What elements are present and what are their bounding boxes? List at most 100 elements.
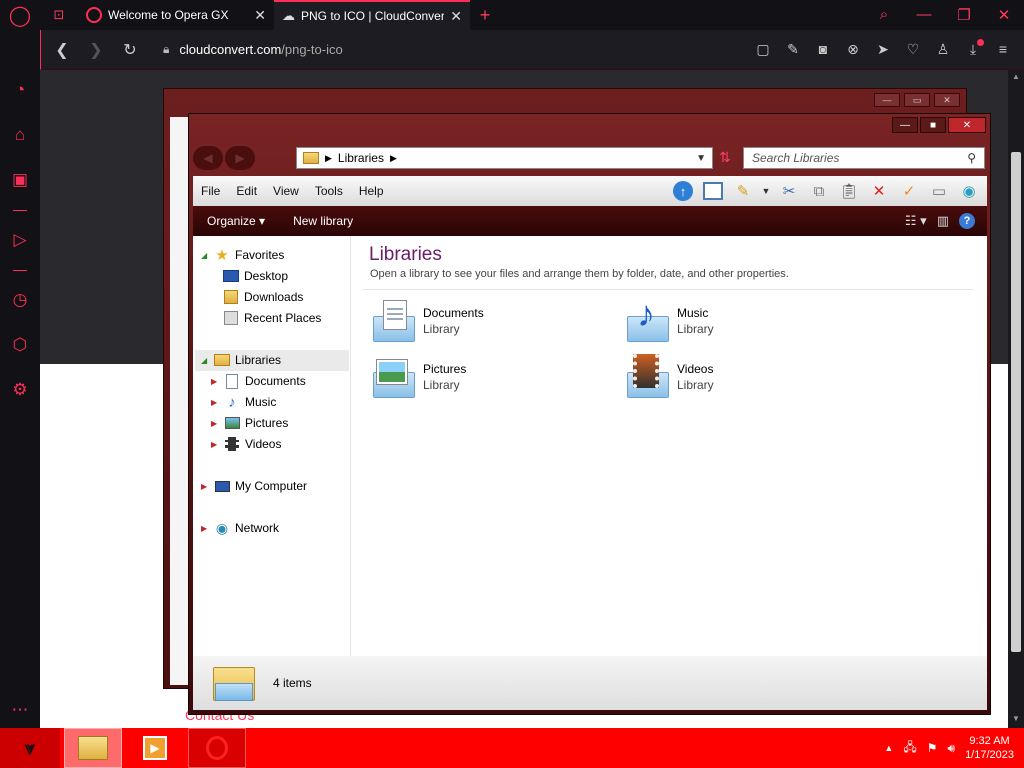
back-arrow-icon[interactable]: ❮ <box>45 40 79 60</box>
explorer-address-field[interactable]: ▶ Libraries ▶ ▼ <box>296 147 713 169</box>
up-folder-icon[interactable]: ↑ <box>671 180 695 202</box>
search-icon[interactable]: ⚲ <box>967 151 976 165</box>
tray-expand-icon[interactable]: ▲ <box>884 743 893 753</box>
nav-recent-places[interactable]: Recent Places <box>223 308 321 328</box>
menu-view[interactable]: View <box>265 184 307 198</box>
menu-help[interactable]: Help <box>351 184 392 198</box>
scroll-thumb[interactable] <box>1011 152 1021 652</box>
new-tab-button[interactable]: + <box>470 5 500 26</box>
nav-network[interactable]: ▶ ◉ Network <box>201 518 279 538</box>
minimize-icon[interactable]: — <box>874 93 900 107</box>
taskbar-media-player[interactable]: ▶ <box>126 728 184 768</box>
dropdown-icon[interactable]: ▼ <box>761 180 771 202</box>
send-icon[interactable]: ➤ <box>870 41 896 58</box>
history-icon[interactable]: ◷ <box>0 285 40 315</box>
library-music[interactable]: ♪ Music Library <box>623 294 714 344</box>
adblock-icon[interactable]: ⊗ <box>840 41 866 58</box>
profile-icon[interactable]: ♙ <box>930 41 956 58</box>
collapse-arrow-icon[interactable]: ▶ <box>211 440 219 449</box>
maximize-icon[interactable]: ▭ <box>904 93 930 107</box>
breadcrumb-libraries[interactable]: Libraries <box>338 151 384 165</box>
organize-button[interactable]: Organize ▾ <box>193 214 279 228</box>
properties-icon[interactable]: ▭ <box>927 180 951 202</box>
settings-gear-icon[interactable]: ⚙ <box>0 375 40 405</box>
scroll-up-icon[interactable]: ▲ <box>1008 72 1024 81</box>
collapse-arrow-icon[interactable]: ▶ <box>211 419 219 428</box>
back-arrow-icon[interactable]: ◀ <box>193 146 223 170</box>
close-tab-icon[interactable]: ✕ <box>450 8 462 25</box>
heart-icon[interactable]: ♡ <box>900 41 926 58</box>
page-scrollbar[interactable]: ▲ ▼ <box>1008 70 1024 728</box>
collapse-arrow-icon[interactable]: ▶ <box>201 524 209 533</box>
reload-icon[interactable]: ↻ <box>113 40 147 60</box>
start-button[interactable]: ⩔ <box>0 728 60 768</box>
collapse-arrow-icon[interactable]: ▶ <box>211 398 219 407</box>
minimize-icon[interactable]: — <box>904 6 944 24</box>
library-documents[interactable]: Documents Library <box>369 298 484 344</box>
help-icon[interactable]: ? <box>959 213 975 229</box>
panes-icon[interactable] <box>701 180 725 202</box>
maximize-icon[interactable]: ■ <box>920 117 946 133</box>
collapse-arrow-icon[interactable]: ▶ <box>201 482 209 491</box>
volume-icon[interactable]: 🔊︎ <box>948 741 956 756</box>
breadcrumb-arrow-icon[interactable]: ▶ <box>390 153 397 164</box>
forward-arrow-icon[interactable]: ❯ <box>79 40 113 60</box>
search-tabs-icon[interactable]: ⌕ <box>864 6 904 24</box>
restore-icon[interactable]: ❐ <box>944 6 984 24</box>
player-icon[interactable]: ▷ <box>0 225 40 255</box>
delete-icon[interactable]: ✕ <box>867 180 891 202</box>
expand-arrow-icon[interactable]: ◢ <box>201 356 209 365</box>
twitch-icon[interactable]: ▣ <box>0 165 40 195</box>
globe-icon[interactable]: ◉ <box>957 180 981 202</box>
new-library-button[interactable]: New library <box>279 214 367 228</box>
gamepad-icon[interactable]: ⊡ <box>40 0 78 30</box>
nav-pictures[interactable]: ▶ Pictures <box>211 413 288 433</box>
opera-gx-menu-icon[interactable]: ◯ <box>0 0 40 30</box>
nav-favorites[interactable]: ◢ ★ Favorites <box>201 245 284 265</box>
camera-icon[interactable]: ◙ <box>810 41 836 58</box>
nav-my-computer[interactable]: ▶ My Computer <box>201 476 307 496</box>
address-dropdown-icon[interactable]: ▼ <box>696 153 706 164</box>
breadcrumb-arrow-icon[interactable]: ▶ <box>325 153 332 164</box>
minimize-icon[interactable]: — <box>892 117 918 133</box>
extensions-cube-icon[interactable]: ⬡ <box>0 330 40 360</box>
network-tray-icon[interactable]: 🖧︎ <box>903 738 916 759</box>
check-icon[interactable]: ✓ <box>897 180 921 202</box>
view-options-icon[interactable]: ☷ ▾ <box>905 213 927 229</box>
nav-downloads[interactable]: Downloads <box>223 287 303 307</box>
url-field[interactable]: 🔒︎ cloudconvert.com/png-to-ico <box>163 42 343 57</box>
nav-videos[interactable]: ▶ Videos <box>211 434 281 454</box>
taskbar-explorer[interactable] <box>64 728 122 768</box>
nav-music[interactable]: ▶ ♪ Music <box>211 392 276 412</box>
copy-icon[interactable]: ⧉ <box>807 180 831 202</box>
library-videos[interactable]: Videos Library <box>623 354 714 400</box>
tab-welcome[interactable]: Welcome to Opera GX ✕ <box>78 0 274 30</box>
refresh-icon[interactable]: ⇅ <box>715 149 735 166</box>
nav-documents[interactable]: ▶ Documents <box>211 371 306 391</box>
cut-icon[interactable]: ✂ <box>777 180 801 202</box>
close-icon[interactable]: ✕ <box>934 93 960 107</box>
nav-desktop[interactable]: Desktop <box>223 266 288 286</box>
preview-pane-icon[interactable]: ▥ <box>937 213 949 229</box>
nav-libraries[interactable]: ◢ Libraries <box>201 350 281 370</box>
easy-setup-icon[interactable]: ≡ <box>990 41 1016 58</box>
clock[interactable]: 9:32 AM 1/17/2023 <box>965 734 1014 762</box>
more-icon[interactable]: ⋯ <box>0 695 40 725</box>
search-input[interactable]: Search Libraries ⚲ <box>743 147 985 169</box>
close-window-icon[interactable]: ✕ <box>984 6 1024 24</box>
close-icon[interactable]: ✕ <box>948 117 986 133</box>
expand-arrow-icon[interactable]: ◢ <box>201 251 209 260</box>
close-tab-icon[interactable]: ✕ <box>254 7 266 24</box>
edit-icon[interactable]: ✎ <box>780 41 806 58</box>
reader-icon[interactable]: ▢ <box>750 41 776 58</box>
paste-icon[interactable]: 📋︎ <box>837 180 861 202</box>
folder-options-icon[interactable]: ✎ <box>731 180 755 202</box>
gx-control-icon[interactable]: ◔ <box>0 75 40 105</box>
scroll-down-icon[interactable]: ▼ <box>1008 714 1024 723</box>
forward-arrow-icon[interactable]: ▶ <box>225 146 255 170</box>
menu-tools[interactable]: Tools <box>307 184 351 198</box>
menu-file[interactable]: File <box>193 184 228 198</box>
action-center-flag-icon[interactable]: ⚑ <box>927 741 938 755</box>
collapse-arrow-icon[interactable]: ▶ <box>211 377 219 386</box>
taskbar-opera-gx[interactable] <box>188 728 246 768</box>
